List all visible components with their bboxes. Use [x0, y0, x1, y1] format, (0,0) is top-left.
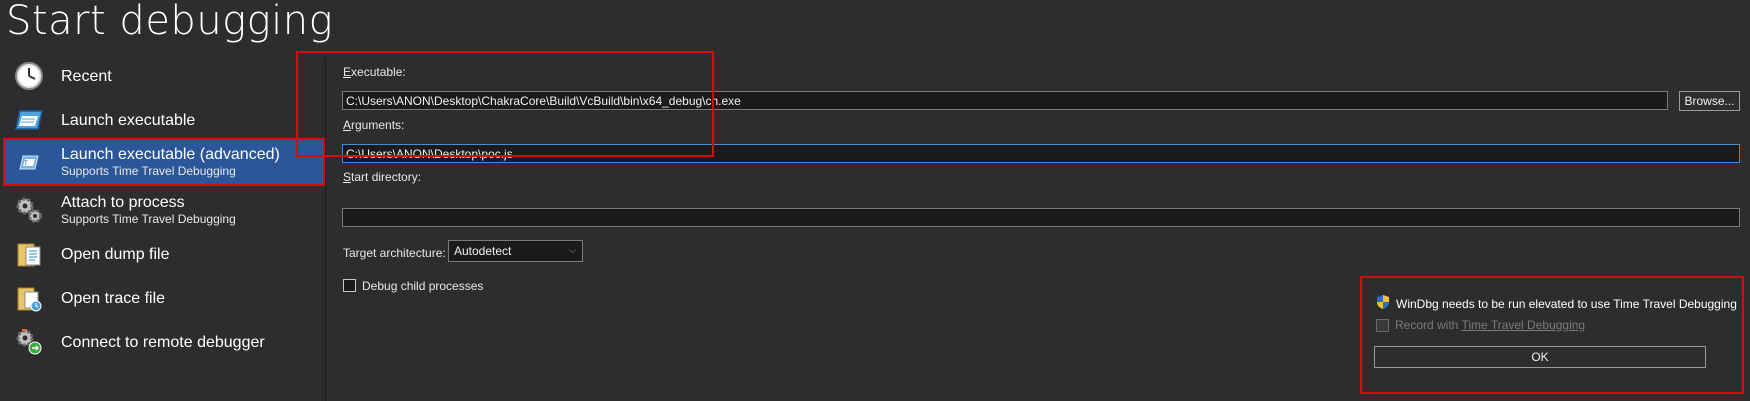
record-ttd-row: Record with Time Travel Debugging	[1376, 318, 1585, 332]
start-directory-input[interactable]	[342, 208, 1740, 227]
ttd-link[interactable]: Time Travel Debugging	[1461, 318, 1585, 332]
uac-shield-icon	[1376, 294, 1390, 313]
sidebar: Recent Launch executable T Launch execut…	[0, 57, 326, 401]
trace-file-icon	[14, 283, 44, 313]
sidebar-item-launch-executable-advanced[interactable]: T Launch executable (advanced) Supports …	[3, 138, 325, 186]
clock-icon	[14, 61, 44, 91]
target-architecture-label: Target architecture:	[343, 246, 446, 260]
executable-label: Executable:	[343, 65, 406, 79]
sidebar-item-open-dump-file[interactable]: Open dump file	[4, 229, 324, 279]
sidebar-item-label: Launch executable (advanced)	[61, 146, 280, 163]
dump-file-icon	[14, 239, 44, 269]
window-advanced-icon: T	[14, 147, 44, 177]
sidebar-item-label: Open dump file	[61, 245, 170, 263]
sidebar-item-open-trace-file[interactable]: Open trace file	[4, 273, 324, 323]
svg-text:T: T	[23, 160, 28, 167]
elevation-message: WinDbg needs to be run elevated to use T…	[1376, 294, 1737, 313]
sidebar-item-label: Launch executable	[61, 111, 196, 129]
record-ttd-checkbox[interactable]	[1376, 318, 1389, 332]
sidebar-item-attach-to-process[interactable]: Attach to process Supports Time Travel D…	[4, 185, 324, 235]
sidebar-item-launch-executable[interactable]: Launch executable	[4, 95, 324, 145]
executable-input[interactable]	[342, 91, 1668, 110]
chevron-down-icon: ⌵	[569, 245, 576, 255]
debug-child-processes-checkbox[interactable]	[343, 279, 356, 292]
start-debugging-window: Start debugging Recent Launch executable…	[0, 0, 1750, 401]
debug-child-processes-label: Debug child processes	[362, 279, 484, 293]
sidebar-item-label: Connect to remote debugger	[61, 333, 265, 351]
elevation-notice: WinDbg needs to be run elevated to use T…	[1360, 276, 1744, 394]
sidebar-item-label: Open trace file	[61, 289, 166, 307]
record-ttd-prefix: Record with	[1395, 318, 1462, 332]
sidebar-item-connect-to-remote-debugger[interactable]: Connect to remote debugger	[4, 317, 324, 367]
browse-button[interactable]: Browse...	[1679, 91, 1740, 111]
remote-debugger-icon	[14, 327, 44, 357]
sidebar-item-sublabel: Supports Time Travel Debugging	[61, 164, 236, 178]
sidebar-item-label: Recent	[61, 67, 112, 85]
elevation-message-text: WinDbg needs to be run elevated to use T…	[1396, 296, 1737, 311]
target-architecture-value: Autodetect	[454, 244, 512, 258]
arguments-label: Arguments:	[343, 118, 405, 132]
start-directory-label: Start directory:	[343, 170, 422, 184]
window-icon	[14, 105, 44, 135]
ok-button[interactable]: OK	[1374, 346, 1706, 368]
sidebar-item-label: Attach to process	[61, 194, 185, 211]
sidebar-item-recent[interactable]: Recent	[4, 51, 324, 101]
sidebar-item-sublabel: Supports Time Travel Debugging	[61, 212, 236, 226]
target-architecture-select[interactable]: Autodetect ⌵	[448, 240, 583, 262]
page-title: Start debugging	[6, 0, 334, 44]
gears-icon	[14, 195, 44, 225]
arguments-input[interactable]	[342, 144, 1740, 163]
